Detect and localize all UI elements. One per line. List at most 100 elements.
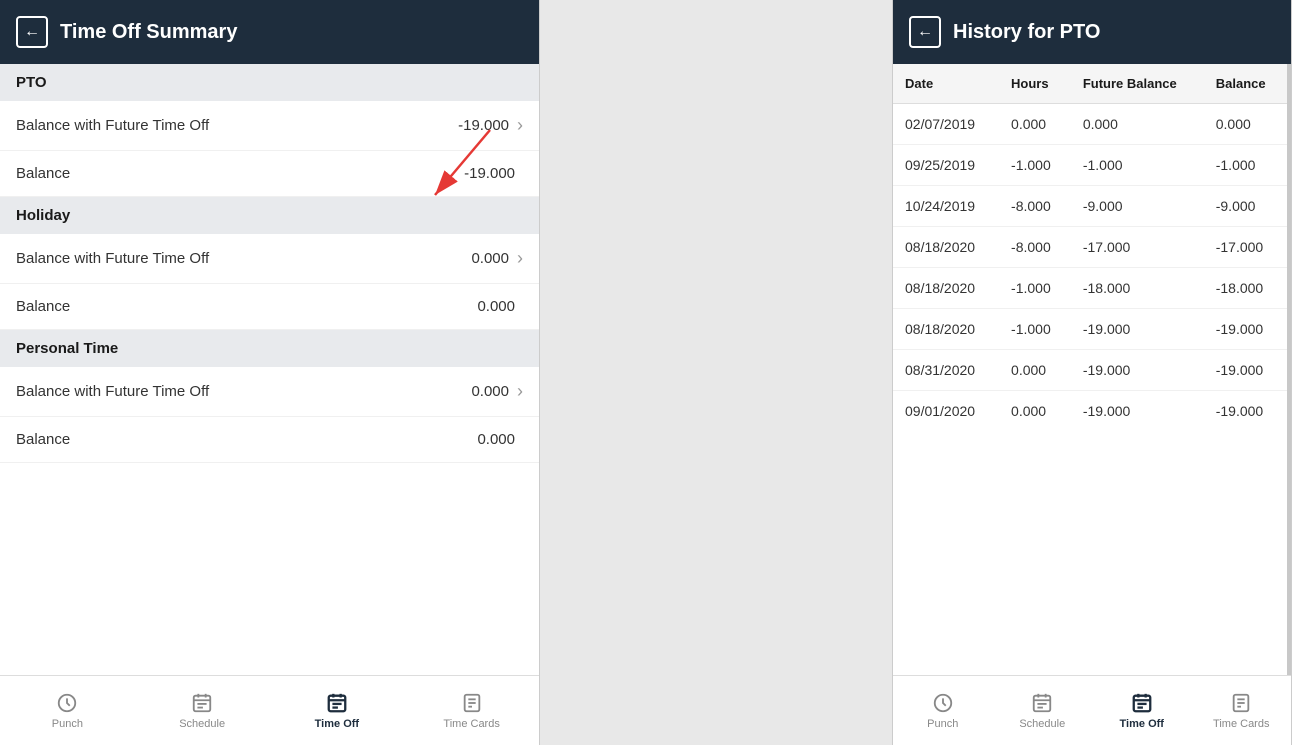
left-nav-time-cards[interactable]: Time Cards [404,676,539,745]
cell-futureBalance: -17.000 [1071,227,1204,268]
left-back-button[interactable]: ← [16,16,48,48]
table-row: 08/18/2020-1.000-19.000-19.000 [893,309,1287,350]
cell-date: 10/24/2019 [893,186,999,227]
table-row: 08/18/2020-8.000-17.000-17.000 [893,227,1287,268]
right-nav-schedule[interactable]: Schedule [993,676,1093,745]
time-cards-icon [461,692,483,714]
pto-balance-future-row[interactable]: Balance with Future Time Off -19.000 › [0,101,539,151]
cell-balance: -19.000 [1204,391,1287,432]
holiday-balance-future-chevron: › [517,248,523,269]
right-time-off-icon-active [1131,692,1153,714]
table-row: 02/07/20190.0000.0000.000 [893,104,1287,145]
right-nav-time-off-label: Time Off [1120,718,1164,730]
personal-time-section-header: Personal Time [0,330,539,367]
cell-date: 09/01/2020 [893,391,999,432]
table-row: 08/18/2020-1.000-18.000-18.000 [893,268,1287,309]
pto-balance-label: Balance [16,165,464,182]
table-header-row: Date Hours Future Balance Balance [893,64,1287,104]
col-hours: Hours [999,64,1071,104]
left-nav-punch-label: Punch [52,718,83,730]
personal-balance-future-value: 0.000 [471,383,509,400]
table-row: 09/01/20200.000-19.000-19.000 [893,391,1287,432]
right-back-button[interactable]: ← [909,16,941,48]
right-nav-time-cards[interactable]: Time Cards [1192,676,1292,745]
left-nav-schedule[interactable]: Schedule [135,676,270,745]
cell-date: 08/18/2020 [893,309,999,350]
right-header: ← History for PTO [893,0,1291,64]
personal-balance-future-chevron: › [517,381,523,402]
cell-futureBalance: -18.000 [1071,268,1204,309]
cell-date: 09/25/2019 [893,145,999,186]
table-row: 10/24/2019-8.000-9.000-9.000 [893,186,1287,227]
pto-balance-value: -19.000 [464,165,515,182]
personal-balance-value: 0.000 [477,431,515,448]
cell-date: 08/18/2020 [893,268,999,309]
right-nav-punch[interactable]: Punch [893,676,993,745]
table-row: 08/31/20200.000-19.000-19.000 [893,350,1287,391]
schedule-icon [191,692,213,714]
cell-balance: -19.000 [1204,309,1287,350]
holiday-balance-future-label: Balance with Future Time Off [16,250,471,267]
personal-balance-future-row[interactable]: Balance with Future Time Off 0.000 › [0,367,539,417]
left-content: PTO Balance with Future Time Off -19.000… [0,64,539,675]
right-content: Date Hours Future Balance Balance 02/07/… [893,64,1291,675]
pto-section-header: PTO [0,64,539,101]
left-header: ← Time Off Summary [0,0,539,64]
right-bottom-nav: Punch Schedule Time Off [893,675,1291,745]
cell-hours: -8.000 [999,186,1071,227]
cell-hours: -1.000 [999,309,1071,350]
punch-icon [56,692,78,714]
cell-date: 02/07/2019 [893,104,999,145]
cell-futureBalance: -19.000 [1071,309,1204,350]
cell-hours: 0.000 [999,391,1071,432]
cell-balance: 0.000 [1204,104,1287,145]
pto-balance-future-value: -19.000 [458,117,509,134]
left-nav-time-cards-label: Time Cards [443,718,499,730]
cell-balance: -1.000 [1204,145,1287,186]
left-nav-schedule-label: Schedule [179,718,225,730]
col-date: Date [893,64,999,104]
right-panel: ← History for PTO Date Hours Future Bala… [892,0,1292,745]
personal-balance-future-label: Balance with Future Time Off [16,383,471,400]
cell-date: 08/31/2020 [893,350,999,391]
right-nav-time-off[interactable]: Time Off [1092,676,1192,745]
left-panel-title: Time Off Summary [60,21,237,44]
cell-balance: -9.000 [1204,186,1287,227]
cell-hours: -8.000 [999,227,1071,268]
right-panel-title: History for PTO [953,21,1100,44]
personal-balance-row: Balance 0.000 [0,417,539,463]
holiday-balance-value: 0.000 [477,298,515,315]
left-nav-time-off[interactable]: Time Off [270,676,405,745]
col-future-balance: Future Balance [1071,64,1204,104]
holiday-balance-label: Balance [16,298,477,315]
cell-hours: -1.000 [999,268,1071,309]
cell-futureBalance: 0.000 [1071,104,1204,145]
holiday-balance-future-value: 0.000 [471,250,509,267]
right-nav-time-cards-label: Time Cards [1213,718,1269,730]
right-punch-icon [932,692,954,714]
cell-balance: -19.000 [1204,350,1287,391]
cell-futureBalance: -19.000 [1071,350,1204,391]
personal-balance-label: Balance [16,431,477,448]
cell-futureBalance: -1.000 [1071,145,1204,186]
holiday-section-header: Holiday [0,197,539,234]
time-off-icon-active [326,692,348,714]
left-panel: ← Time Off Summary PTO Balance with Futu… [0,0,540,745]
right-schedule-icon [1031,692,1053,714]
right-nav-schedule-label: Schedule [1019,718,1065,730]
cell-balance: -18.000 [1204,268,1287,309]
cell-futureBalance: -19.000 [1071,391,1204,432]
left-nav-time-off-label: Time Off [315,718,359,730]
cell-hours: 0.000 [999,104,1071,145]
cell-balance: -17.000 [1204,227,1287,268]
cell-hours: 0.000 [999,350,1071,391]
pto-balance-row: Balance -19.000 [0,151,539,197]
holiday-balance-row: Balance 0.000 [0,284,539,330]
right-nav-punch-label: Punch [927,718,958,730]
pto-balance-future-chevron: › [517,115,523,136]
holiday-balance-future-row[interactable]: Balance with Future Time Off 0.000 › [0,234,539,284]
cell-date: 08/18/2020 [893,227,999,268]
table-row: 09/25/2019-1.000-1.000-1.000 [893,145,1287,186]
left-nav-punch[interactable]: Punch [0,676,135,745]
col-balance: Balance [1204,64,1287,104]
